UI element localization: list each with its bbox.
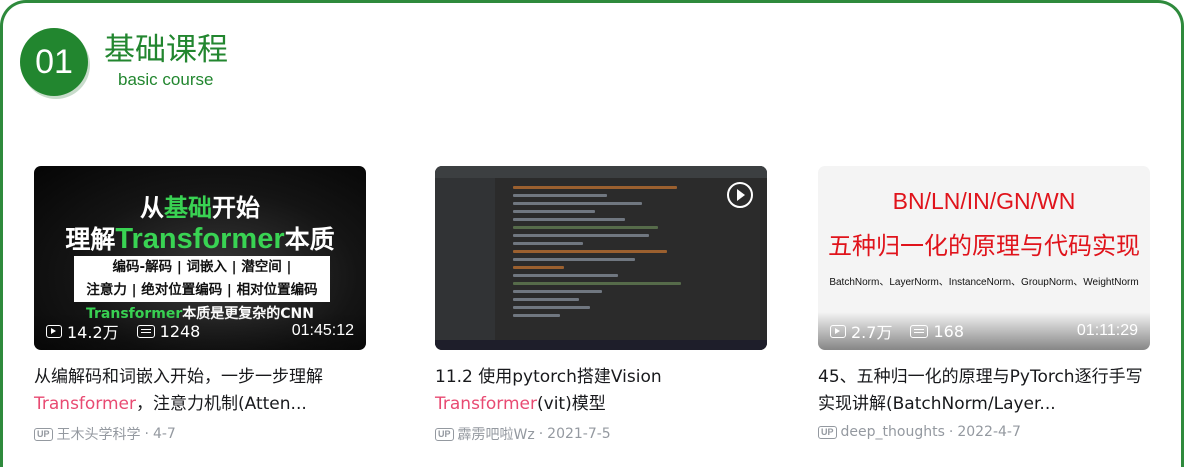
video-date: 2022-4-7 <box>957 424 1021 440</box>
video-meta-1: UP 王木头学科学 · 4-7 <box>34 424 366 444</box>
views-stat: 2.7万 <box>830 319 892 343</box>
video-author[interactable]: deep_thoughts <box>841 424 945 440</box>
thumb-headline-2: 五种归一化的原理与代码实现 <box>828 232 1140 260</box>
video-stats-overlay: 14.2万 1248 01:45:12 <box>34 312 366 350</box>
up-icon: UP <box>818 425 837 439</box>
video-card-1[interactable]: 从基础开始 理解Transformer本质 编码-解码 | 词嵌入 | 潜空间 … <box>34 166 366 444</box>
video-author[interactable]: 王木头学科学 <box>57 424 141 444</box>
video-thumbnail-3[interactable]: BN/LN/IN/GN/WN 五种归一化的原理与代码实现 BatchNorm、L… <box>818 166 1150 350</box>
video-title-3[interactable]: 45、五种归一化的原理与PyTorch逐行手写实现讲解(BatchNorm/La… <box>818 364 1144 418</box>
thumb-topic-box-2: 注意力 | 绝对位置编码 | 相对位置编码 <box>74 279 330 302</box>
video-date: 4-7 <box>152 426 176 442</box>
thumb-headline: BN/LN/IN/GN/WN <box>892 188 1076 214</box>
meta-separator: · <box>538 426 544 442</box>
video-card-2[interactable]: 11.2 使用pytorch搭建Vision Transformer(vit)模… <box>435 166 767 444</box>
views-stat: 14.2万 <box>46 319 119 343</box>
ide-project-panel <box>435 178 495 340</box>
replay-icon[interactable] <box>727 182 753 208</box>
video-stats-overlay: 2.7万 168 01:11:29 <box>818 312 1150 350</box>
video-thumbnail-1[interactable]: 从基础开始 理解Transformer本质 编码-解码 | 词嵌入 | 潜空间 … <box>34 166 366 350</box>
video-duration: 01:45:12 <box>291 322 354 339</box>
os-taskbar <box>435 340 767 350</box>
thumb-caption: BatchNorm、LayerNorm、InstanceNorm、GroupNo… <box>829 277 1139 288</box>
ide-code-area <box>513 186 747 322</box>
ide-titlebar <box>435 166 767 178</box>
video-author[interactable]: 霹雳吧啦Wz <box>458 424 535 444</box>
video-meta-2: UP 霹雳吧啦Wz · 2021-7-5 <box>435 424 767 444</box>
video-date: 2021-7-5 <box>547 426 611 442</box>
play-count-icon <box>830 324 846 338</box>
thumb-headline-2: 理解Transformer本质 <box>65 223 335 255</box>
meta-separator: · <box>948 424 954 440</box>
up-icon: UP <box>34 427 53 441</box>
danmaku-stat: 1248 <box>136 322 200 341</box>
thumb-headline: 从基础开始 <box>140 194 260 222</box>
section-number-badge: 01 <box>20 28 88 96</box>
video-title-1[interactable]: 从编解码和词嵌入开始，一步一步理解Transformer，注意力机制(Atten… <box>34 364 360 418</box>
danmaku-icon <box>910 324 929 338</box>
video-duration: 01:11:29 <box>1076 322 1138 339</box>
play-count-icon <box>46 324 62 338</box>
danmaku-stat: 168 <box>910 322 964 341</box>
video-meta-3: UP deep_thoughts · 2022-4-7 <box>818 424 1150 440</box>
video-thumbnail-2[interactable] <box>435 166 767 350</box>
thumb-topic-box-1: 编码-解码 | 词嵌入 | 潜空间 | word2vec <box>74 256 330 298</box>
section-title: 基础课程 <box>104 32 228 68</box>
video-card-3[interactable]: BN/LN/IN/GN/WN 五种归一化的原理与代码实现 BatchNorm、L… <box>818 166 1150 440</box>
up-icon: UP <box>435 427 454 441</box>
meta-separator: · <box>144 426 149 442</box>
section-subtitle: basic course <box>118 70 214 89</box>
video-title-2[interactable]: 11.2 使用pytorch搭建Vision Transformer(vit)模… <box>435 364 761 418</box>
danmaku-icon <box>136 324 155 338</box>
